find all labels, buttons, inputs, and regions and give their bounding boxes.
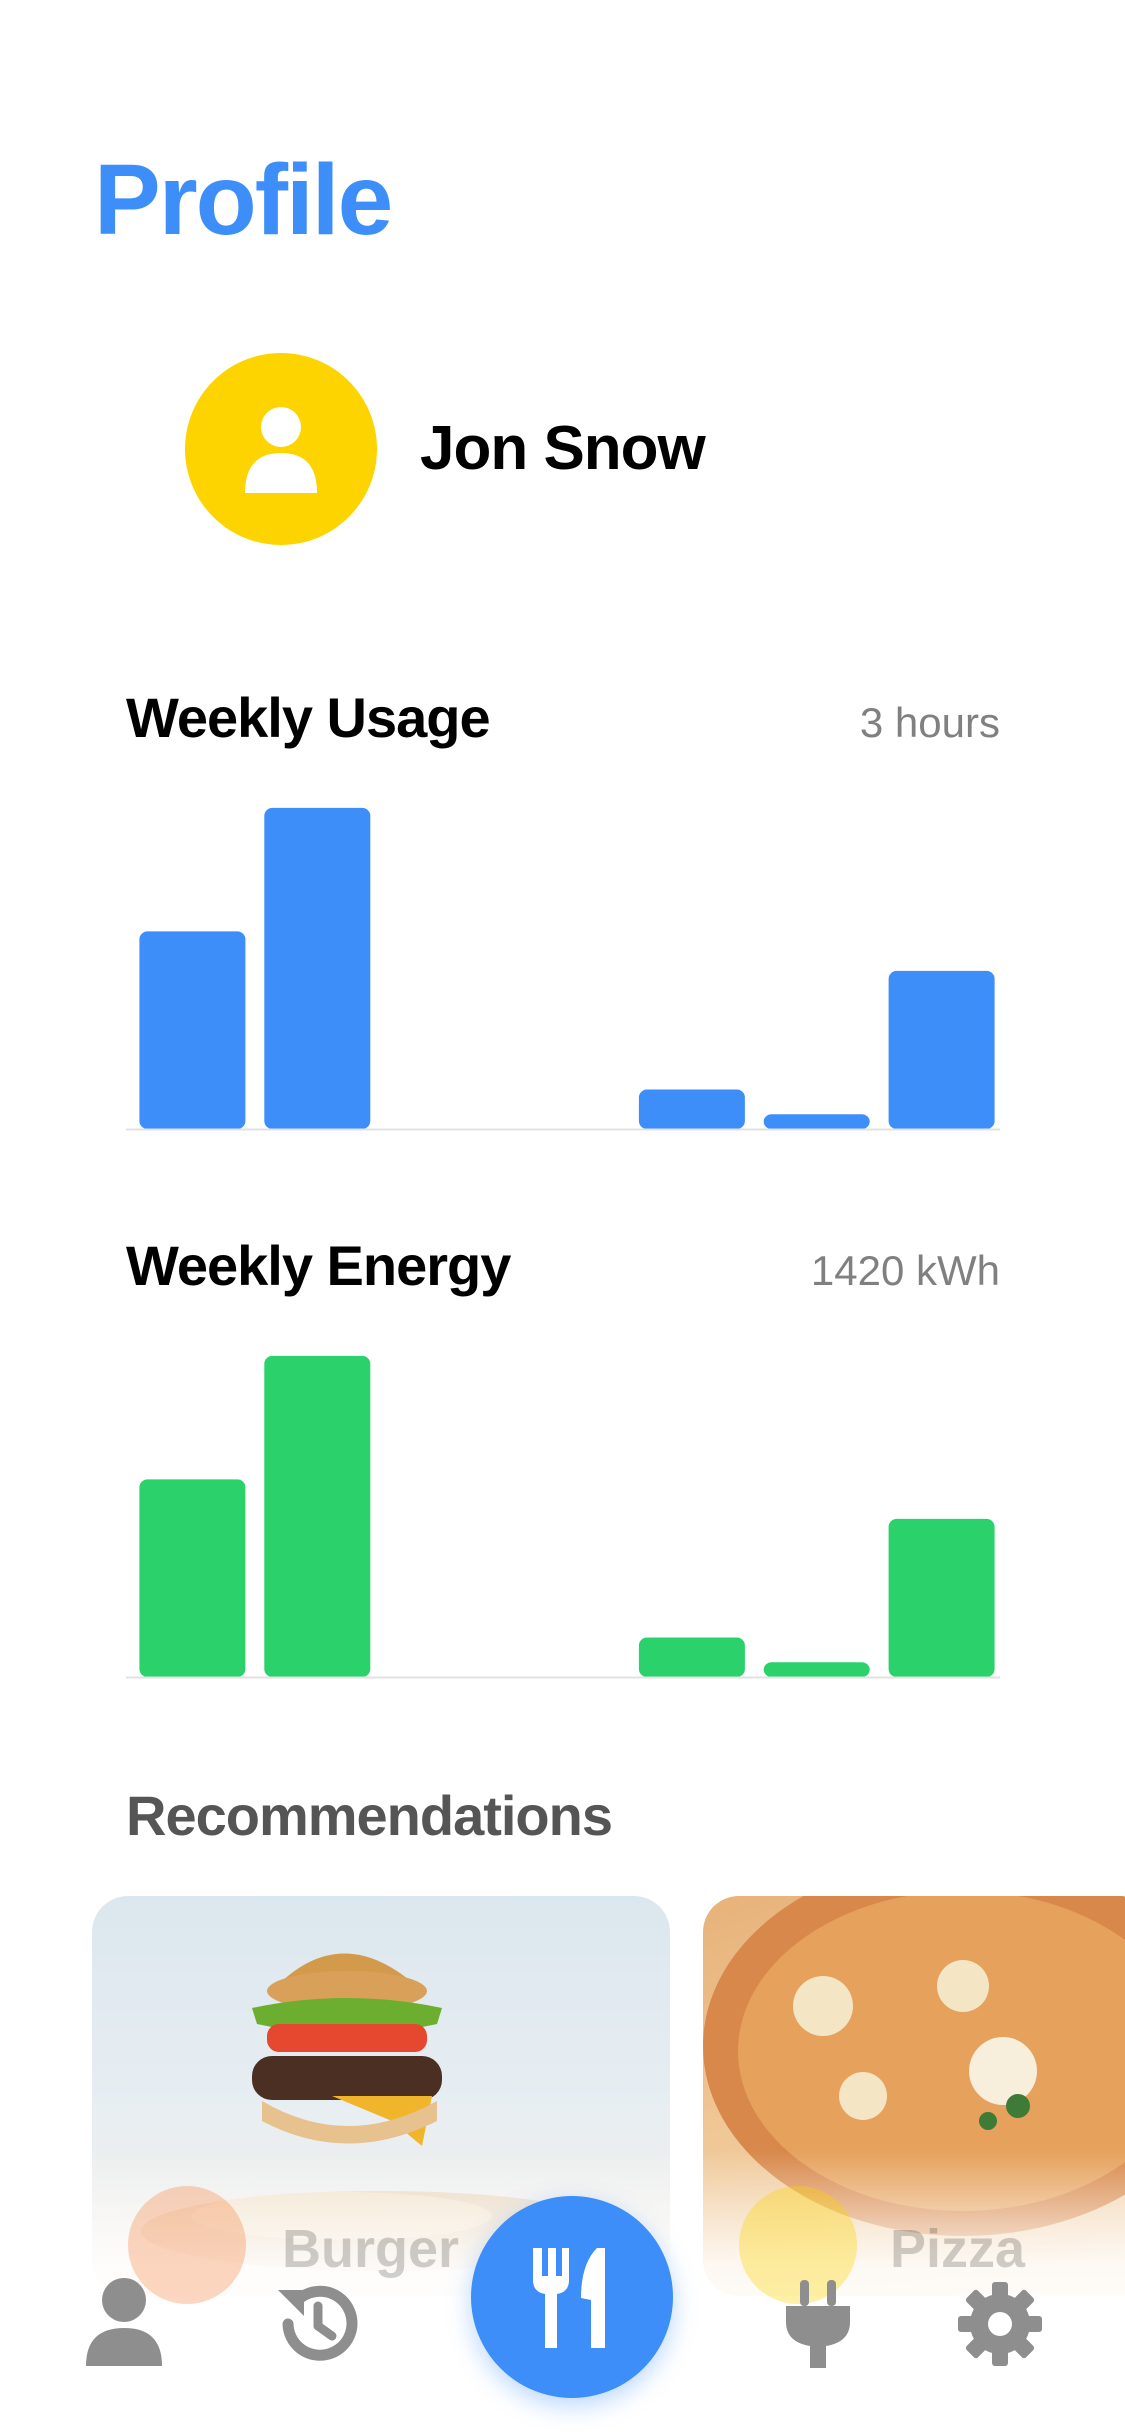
energy-title: Weekly Energy	[126, 1234, 511, 1297]
energy-bar	[638, 1637, 745, 1677]
avatar[interactable]	[185, 353, 377, 545]
tab-food[interactable]	[471, 2196, 673, 2398]
tab-profile[interactable]	[76, 2276, 172, 2372]
usage-bar	[763, 1114, 870, 1129]
history-icon	[278, 2285, 358, 2361]
person-icon	[245, 407, 317, 493]
user-name: Jon Snow	[420, 414, 706, 483]
recommendation-label-burger: Burger	[282, 2219, 460, 2279]
tab-history[interactable]	[270, 2276, 366, 2372]
usage-title: Weekly Usage	[126, 686, 491, 749]
gear-icon	[958, 2282, 1042, 2366]
tab-settings[interactable]	[952, 2276, 1048, 2372]
usage-value: 3 hours	[859, 699, 1000, 746]
energy-bar	[763, 1662, 870, 1677]
tab-energy[interactable]	[770, 2276, 866, 2372]
recommendations-title: Recommendations	[126, 1784, 613, 1847]
page-title: Profile	[94, 144, 393, 256]
profile-screen: Profile Jon Snow Weekly Usage 3 hours We…	[0, 0, 1125, 2436]
energy-bar	[139, 1479, 246, 1677]
plug-icon	[786, 2280, 850, 2368]
energy-bar-chart	[126, 1355, 1000, 1679]
recommendation-label-pizza: Pizza	[890, 2219, 1026, 2279]
usage-bar	[264, 807, 371, 1129]
fork-knife-icon	[533, 2248, 605, 2348]
energy-value: 1420 kWh	[810, 1247, 1000, 1294]
usage-bar-chart	[126, 807, 1000, 1131]
usage-bar	[888, 970, 995, 1129]
energy-chart	[126, 1348, 1000, 1680]
energy-bar	[264, 1355, 371, 1677]
usage-bar	[139, 931, 246, 1129]
energy-bar	[888, 1518, 995, 1677]
person-icon	[86, 2278, 162, 2366]
usage-bar	[638, 1089, 745, 1129]
usage-chart	[126, 800, 1000, 1132]
